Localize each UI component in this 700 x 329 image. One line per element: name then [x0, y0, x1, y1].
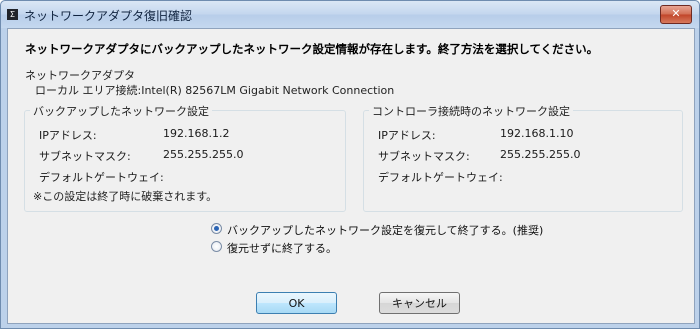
dialog-window: Σ ネットワークアダプタ復旧確認 ✕ ネットワークアダプタにバックアップしたネッ…: [0, 0, 700, 329]
discard-note: ※この設定は終了時に破棄されます。: [33, 190, 218, 203]
default-gateway-label: デフォルトゲートウェイ:: [39, 171, 164, 184]
ip-address-label: IPアドレス:: [39, 129, 97, 142]
ok-button[interactable]: OK: [256, 292, 337, 314]
subnet-mask-label: サブネットマスク:: [378, 150, 470, 163]
instruction-message: ネットワークアダプタにバックアップしたネットワーク設定情報が存在します。終了方法…: [25, 42, 599, 56]
dialog-body: ネットワークアダプタにバックアップしたネットワーク設定情報が存在します。終了方法…: [7, 28, 695, 324]
backup-gateway-row: デフォルトゲートウェイ:: [39, 169, 329, 185]
controller-ip-row: IPアドレス: 192.168.1.10: [378, 127, 668, 143]
controller-settings-group: コントローラ接続時のネットワーク設定 IPアドレス: 192.168.1.10 …: [363, 103, 683, 212]
backup-settings-group: バックアップしたネットワーク設定 IPアドレス: 192.168.1.2 サブネ…: [24, 103, 346, 212]
ip-address-label: IPアドレス:: [378, 129, 436, 142]
subnet-mask-label: サブネットマスク:: [39, 150, 131, 163]
radio-unselected-icon[interactable]: [211, 241, 222, 252]
default-gateway-label: デフォルトゲートウェイ:: [378, 171, 503, 184]
ip-address-value: 192.168.1.2: [163, 127, 230, 140]
title-bar[interactable]: Σ ネットワークアダプタ復旧確認 ✕: [1, 1, 699, 28]
adapter-label: ネットワークアダプタ: [25, 69, 135, 82]
backup-settings-title: バックアップしたネットワーク設定: [30, 103, 212, 119]
cancel-button[interactable]: キャンセル: [379, 292, 460, 314]
ip-address-value: 192.168.1.10: [500, 127, 574, 140]
subnet-mask-value: 255.255.255.0: [163, 148, 244, 161]
backup-subnet-row: サブネットマスク: 255.255.255.0: [39, 148, 329, 164]
radio-selected-icon[interactable]: [211, 223, 222, 234]
adapter-name: ローカル エリア接続:Intel(R) 82567LM Gigabit Netw…: [35, 84, 395, 97]
exit-without-restore-label[interactable]: 復元せずに終了する。: [227, 240, 337, 256]
backup-ip-row: IPアドレス: 192.168.1.2: [39, 127, 329, 143]
close-button[interactable]: ✕: [660, 5, 692, 24]
controller-subnet-row: サブネットマスク: 255.255.255.0: [378, 148, 668, 164]
controller-settings-title: コントローラ接続時のネットワーク設定: [369, 103, 573, 119]
app-icon: Σ: [7, 9, 18, 20]
window-title: ネットワークアダプタ復旧確認: [24, 9, 193, 23]
subnet-mask-value: 255.255.255.0: [500, 148, 581, 161]
restore-and-exit-label[interactable]: バックアップしたネットワーク設定を復元して終了する。(推奨): [227, 222, 543, 238]
controller-gateway-row: デフォルトゲートウェイ:: [378, 169, 668, 185]
